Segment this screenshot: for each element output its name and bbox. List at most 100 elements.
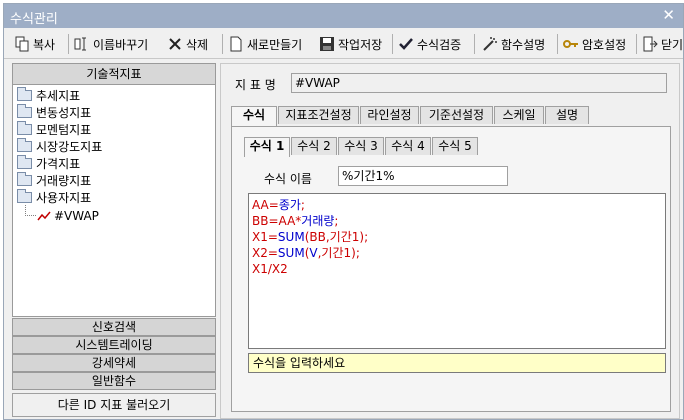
formula-tab-body: 수식 1 수식 2 수식 3 수식 4 수식 5 수식 이름 %기간1% AA=…	[231, 126, 671, 412]
formula-line: X1/X2	[252, 261, 662, 277]
formula-token: 기간1	[329, 230, 360, 244]
formula-token: 기간1	[321, 246, 352, 260]
tree-item-price[interactable]: 가격지표	[17, 155, 80, 172]
tab-line-settings[interactable]: 라인설정	[360, 106, 419, 124]
delete-button[interactable]: 삭제	[167, 33, 208, 55]
subtab-formula-4[interactable]: 수식 4	[385, 137, 431, 155]
folder-icon	[17, 155, 32, 169]
tab-indicator-condition[interactable]: 지표조건설정	[278, 106, 359, 124]
formula-token: =	[268, 198, 279, 212]
indicator-panel: 기술적지표 추세지표 변동성지표 모멘텀지표 시장강도지표 가격지표 거래량지표…	[12, 63, 216, 419]
folder-icon	[17, 172, 32, 186]
formula-token: );	[359, 230, 369, 244]
delete-x-icon	[167, 36, 183, 52]
close-icon[interactable]: ✕	[662, 6, 675, 24]
tree-connector	[25, 205, 36, 216]
tab-baseline-settings[interactable]: 기준선설정	[420, 106, 493, 124]
new-button[interactable]: 새로만들기	[228, 33, 302, 55]
tree-label: 사용자지표	[36, 191, 92, 205]
window-title: 수식관리	[10, 12, 58, 27]
tab-formula[interactable]: 수식	[231, 106, 277, 126]
folder-icon	[17, 87, 32, 101]
tree-item-momentum[interactable]: 모멘텀지표	[17, 121, 91, 138]
tree-label: 시장강도지표	[36, 140, 103, 154]
tree-label: 변동성지표	[36, 106, 92, 120]
save-label: 작업저장	[338, 37, 383, 52]
formula-name-input[interactable]: %기간1%	[338, 166, 508, 186]
formula-token: 종가	[278, 198, 301, 212]
tree-item-vwap[interactable]: #VWAP	[37, 207, 99, 224]
formula-token: BB	[309, 230, 326, 244]
formula-manager-window: 수식관리 ✕ 복사 이름바꾸기 삭제 새로만들기 작업저장 수식검증 함수설명 …	[3, 3, 684, 420]
tree-label: 가격지표	[36, 157, 81, 171]
check-icon	[398, 36, 414, 52]
rename-button[interactable]: 이름바꾸기	[74, 33, 148, 55]
function-help-label: 함수설명	[501, 37, 546, 52]
tree-label: 거래량지표	[36, 174, 92, 188]
system-trading-button[interactable]: 시스템트레이딩	[12, 336, 216, 354]
formula-token: X1	[252, 262, 268, 276]
tree-item-market-strength[interactable]: 시장강도지표	[17, 138, 102, 155]
formula-token: =	[268, 214, 279, 228]
formula-token: X2	[271, 262, 288, 276]
formula-token: ;	[334, 214, 339, 228]
load-other-id-button[interactable]: 다른 ID 지표 불러오기	[12, 393, 216, 417]
tab-scale[interactable]: 스케일	[494, 106, 544, 124]
folder-icon	[17, 121, 32, 135]
rename-label: 이름바꾸기	[93, 37, 149, 52]
folder-icon	[17, 138, 32, 152]
subtab-formula-5[interactable]: 수식 5	[432, 137, 478, 155]
new-document-icon	[228, 36, 244, 52]
copy-label: 복사	[33, 37, 56, 52]
close-label: 닫기	[661, 37, 684, 52]
formula-token: 거래량	[301, 214, 335, 228]
formula-token: AA	[278, 214, 296, 228]
subtab-formula-1[interactable]: 수식 1	[244, 137, 290, 157]
chart-line-icon	[37, 210, 51, 222]
tree-item-volatility[interactable]: 변동성지표	[17, 104, 91, 121]
formula-token: );	[351, 246, 360, 260]
save-button[interactable]: 작업저장	[319, 33, 382, 55]
tree-item-volume[interactable]: 거래량지표	[17, 172, 91, 189]
delete-label: 삭제	[186, 37, 209, 52]
password-label: 암호설정	[582, 37, 627, 52]
function-help-button[interactable]: 함수설명	[482, 33, 545, 55]
verify-button[interactable]: 수식검증	[398, 33, 461, 55]
key-icon	[563, 36, 579, 52]
copy-button[interactable]: 복사	[14, 33, 55, 55]
save-disk-icon	[319, 36, 335, 52]
folder-icon	[17, 104, 32, 118]
tree-item-trend[interactable]: 추세지표	[17, 87, 80, 104]
tree-label: #VWAP	[54, 208, 99, 223]
password-button[interactable]: 암호설정	[563, 33, 626, 55]
formula-line: AA=종가;	[252, 197, 662, 213]
tree-item-user[interactable]: 사용자지표	[17, 189, 91, 206]
folder-icon	[17, 189, 32, 203]
new-label: 새로만들기	[247, 37, 303, 52]
rename-icon	[74, 36, 90, 52]
editor-panel: 지 표 명 #VWAP 수식 지표조건설정 라인설정 기준선설정 스케일 설명 …	[220, 63, 680, 419]
formula-token: =	[267, 230, 278, 244]
formula-token: BB	[252, 214, 269, 228]
subtab-formula-3[interactable]: 수식 3	[338, 137, 384, 155]
subtab-formula-2[interactable]: 수식 2	[291, 137, 337, 155]
formula-hint: 수식을 입력하세요	[248, 353, 666, 373]
general-function-button[interactable]: 일반함수	[12, 372, 216, 390]
indicator-name-label: 지 표 명	[235, 78, 276, 92]
bull-bear-button[interactable]: 강세약세	[12, 354, 216, 372]
magic-wand-icon	[482, 36, 498, 52]
indicator-tree: 추세지표 변동성지표 모멘텀지표 시장강도지표 가격지표 거래량지표 사용자지표…	[12, 85, 216, 317]
toolbar: 복사 이름바꾸기 삭제 새로만들기 작업저장 수식검증 함수설명 암호설정 닫기	[4, 30, 683, 59]
exit-door-icon	[642, 36, 658, 52]
formula-line: BB=AA*거래량;	[252, 213, 662, 229]
formula-editor[interactable]: AA=종가; BB=AA*거래량; X1=SUM(BB,기간1); X2=SUM(V,…	[248, 193, 666, 349]
formula-token: SUM	[277, 230, 305, 244]
tab-description[interactable]: 설명	[545, 106, 589, 124]
formula-token: =	[267, 246, 278, 260]
signal-search-button[interactable]: 신호검색	[12, 318, 216, 336]
formula-token: SUM	[277, 246, 305, 260]
tree-header[interactable]: 기술적지표	[12, 63, 216, 85]
indicator-name-field: #VWAP	[291, 73, 667, 93]
formula-token: AA	[252, 198, 269, 212]
close-button[interactable]: 닫기	[642, 33, 683, 55]
